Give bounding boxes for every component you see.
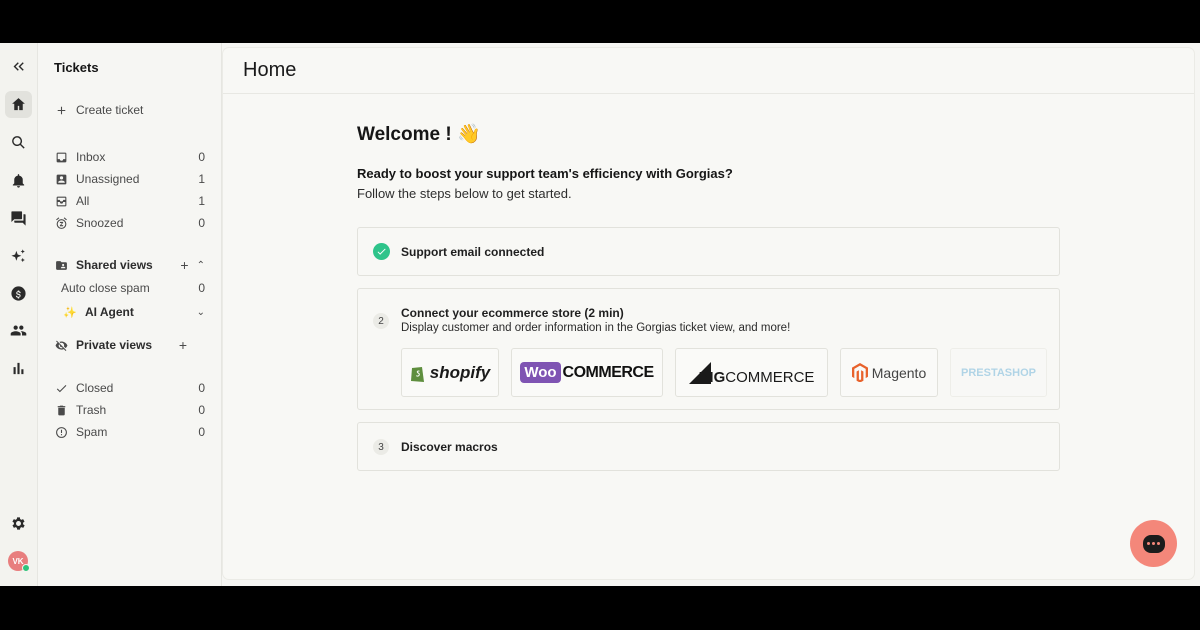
ai-sparkles-icon[interactable] [5,243,32,270]
sidebar-item-label: All [76,194,90,208]
woocommerce-connect-button[interactable]: Woo COMMERCE [511,348,663,397]
unassigned-person-icon [54,172,68,186]
statistics-bar-chart-icon[interactable] [5,355,32,382]
notifications-bell-icon[interactable] [5,167,32,194]
shopify-connect-button[interactable]: shopify [401,348,499,397]
create-ticket-label: Create ticket [76,103,144,117]
sidebar-item-all[interactable]: All 1 [54,191,205,211]
magento-connect-button[interactable]: Magento [840,348,938,397]
step-number: 3 [373,439,389,455]
bigcommerce-wordmark: COMMERCE [725,369,815,386]
sidebar-item-label: Unassigned [76,172,140,186]
sidebar-item-spam[interactable]: Spam 0 [54,422,205,442]
plus-icon [54,103,68,117]
check-circle-icon [373,243,390,260]
tickets-chat-icon[interactable] [5,205,32,232]
app-frame: VK Tickets Create ticket Inbox 0 Unassig… [0,43,1200,586]
sidebar-item-trash[interactable]: Trash 0 [54,400,205,420]
step-title: Connect your ecommerce store (2 min) [401,306,624,320]
shared-views-section[interactable]: Shared views + ⌃ [54,255,205,275]
eye-off-icon [54,338,68,352]
chat-widget-button[interactable] [1130,520,1177,567]
sparkle-emoji-icon: ✨ [63,306,77,319]
prestashop-connect-button[interactable]: PRESTASHOP [950,348,1047,397]
home-content: Welcome ! 👋 Ready to boost your support … [357,122,1060,483]
icon-rail: VK [0,43,38,586]
inbox-icon [54,150,68,164]
step-support-email[interactable]: Support email connected [357,227,1060,276]
sidebar-item-count: 0 [198,403,205,417]
welcome-text: Welcome ! [357,124,452,145]
shared-views-label: Shared views [76,258,153,272]
sidebar-item-label: Trash [76,403,107,417]
avatar-initials: VK [12,556,24,566]
magento-logo-icon [851,363,868,382]
chevron-up-icon[interactable]: ⌃ [197,260,205,271]
shared-folder-icon [54,258,68,272]
step-number: 2 [373,313,389,329]
page-title: Home [223,48,1194,94]
step-description: Display customer and order information i… [401,322,791,334]
step-title: Discover macros [401,440,498,454]
spam-alert-icon [54,425,68,439]
sidebar-item-label: Inbox [76,150,106,164]
magento-wordmark: Magento [871,364,927,381]
private-views-label: Private views [76,338,153,352]
sidebar-item-count: 0 [198,425,205,439]
revenue-dollar-icon[interactable] [5,280,32,307]
customers-people-icon[interactable] [5,317,32,344]
tickets-sidebar: Tickets Create ticket Inbox 0 Unassigned… [39,43,222,586]
step-connect-store[interactable]: 2 Connect your ecommerce store (2 min) D… [357,288,1060,410]
shopify-wordmark: shopify [429,362,491,382]
sidebar-item-label: Snoozed [76,216,124,230]
bigcommerce-connect-button[interactable]: BIG COMMERCE [675,348,828,397]
home-icon[interactable] [5,91,32,118]
snooze-alarm-icon [54,216,68,230]
search-icon[interactable] [5,129,32,156]
sidebar-item-auto-close-spam[interactable]: Auto close spam 0 [61,278,205,298]
shopify-bag-icon [410,366,424,382]
user-avatar[interactable]: VK [8,551,30,572]
sidebar-item-count: 0 [198,150,205,164]
sidebar-item-count: 0 [198,281,205,295]
sidebar-item-count: 0 [198,216,205,230]
add-private-view-icon[interactable]: + [179,337,187,353]
sidebar-item-label: Spam [76,425,108,439]
step-title: Support email connected [401,245,545,259]
waving-hand-icon: 👋 [456,124,481,145]
intro-bold-text: Ready to boost your support team's effic… [357,166,733,181]
sidebar-item-unassigned[interactable]: Unassigned 1 [54,169,205,189]
collapse-sidebar-icon[interactable] [5,53,32,80]
settings-gear-icon[interactable] [5,510,32,537]
prestashop-wordmark: PRESTASHOP [961,366,1036,379]
all-tickets-icon [54,194,68,208]
woocommerce-wordmark: COMMERCE [562,363,655,381]
create-ticket-button[interactable]: Create ticket [54,100,205,120]
trash-icon [54,403,68,417]
intro-text: Follow the steps below to get started. [357,186,572,201]
main-panel: Home Welcome ! 👋 Ready to boost your sup… [223,48,1194,579]
sidebar-item-label: AI Agent [85,305,134,319]
add-shared-view-icon[interactable]: + [180,257,188,273]
sidebar-item-snoozed[interactable]: Snoozed 0 [54,213,205,233]
sidebar-item-label: Auto close spam [61,281,150,295]
chat-bubble-icon [1142,534,1165,553]
ecommerce-logos: shopify Woo COMMERCE BIG COMMERCE Magent… [401,348,1047,397]
sidebar-item-closed[interactable]: Closed 0 [54,378,205,398]
bigcommerce-prefix: BIG [698,369,726,386]
sidebar-item-count: 0 [198,381,205,395]
private-views-section[interactable]: Private views + [54,335,205,355]
sidebar-title: Tickets [54,60,99,75]
sidebar-item-ai-agent[interactable]: ✨ AI Agent ⌄ [63,302,205,322]
sidebar-item-inbox[interactable]: Inbox 0 [54,147,205,167]
sidebar-item-count: 1 [198,172,205,186]
sidebar-item-label: Closed [76,381,114,395]
step-discover-macros[interactable]: 3 Discover macros [357,422,1060,471]
woo-badge: Woo [520,362,561,383]
check-icon [54,381,68,395]
online-status-dot [22,564,30,572]
chevron-down-icon[interactable]: ⌄ [197,307,205,318]
sidebar-item-count: 1 [198,194,205,208]
welcome-heading: Welcome ! 👋 [357,122,1060,146]
